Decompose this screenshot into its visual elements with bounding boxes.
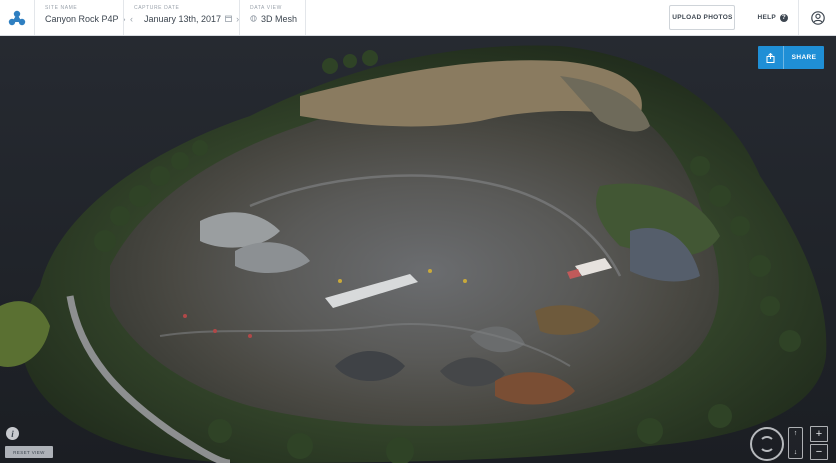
date-selector[interactable]: CAPTURE DATE ‹ January 13th, 2017 › — [123, 0, 239, 35]
zoom-in-icon[interactable]: + — [810, 426, 828, 442]
share-button[interactable]: SHARE — [758, 46, 824, 69]
zoom-out-icon[interactable]: − — [810, 444, 828, 460]
date-label: CAPTURE DATE — [134, 5, 180, 11]
help-icon: ? — [780, 13, 788, 22]
orbit-inner-ring — [759, 436, 775, 452]
info-icon[interactable]: i — [6, 427, 19, 440]
user-menu-button[interactable] — [798, 0, 836, 35]
chevron-left-icon[interactable]: ‹ — [130, 14, 133, 24]
share-icon — [758, 46, 784, 69]
data-view-selector[interactable]: DATA VIEW 3D Mesh — [239, 0, 305, 35]
brand-logo-icon[interactable] — [0, 0, 34, 36]
view-value: 3D Mesh — [261, 14, 298, 24]
3d-mesh-viewport[interactable] — [0, 36, 836, 463]
help-label: HELP — [757, 14, 776, 21]
help-button[interactable]: HELP ? — [747, 0, 798, 35]
pan-up-arrow-icon[interactable]: ↑ — [794, 430, 798, 437]
mesh-icon — [250, 14, 257, 24]
share-label: SHARE — [791, 54, 817, 61]
upload-photos-button[interactable]: UPLOAD PHOTOS — [669, 5, 736, 30]
view-label: DATA VIEW — [250, 5, 282, 11]
pan-down-arrow-icon[interactable]: ↓ — [794, 449, 798, 456]
zoom-controls: + − — [810, 426, 828, 460]
site-value: Canyon Rock P4P — [45, 14, 119, 24]
date-value: January 13th, 2017 — [144, 14, 222, 24]
app-window: SITE NAME Canyon Rock P4P › CAPTURE DATE… — [0, 0, 836, 463]
top-bar: SITE NAME Canyon Rock P4P › CAPTURE DATE… — [0, 0, 836, 36]
calendar-icon[interactable] — [225, 14, 232, 24]
mesh-render — [0, 36, 836, 463]
site-label: SITE NAME — [45, 5, 78, 11]
header-spacer — [305, 0, 669, 35]
site-selector[interactable]: SITE NAME Canyon Rock P4P › — [34, 0, 126, 35]
reset-view-button[interactable]: RESET VIEW — [5, 446, 53, 458]
vertical-pan-icon[interactable]: ↑ ↓ — [788, 427, 803, 459]
orbit-icon[interactable] — [750, 427, 784, 461]
user-icon — [810, 10, 825, 25]
